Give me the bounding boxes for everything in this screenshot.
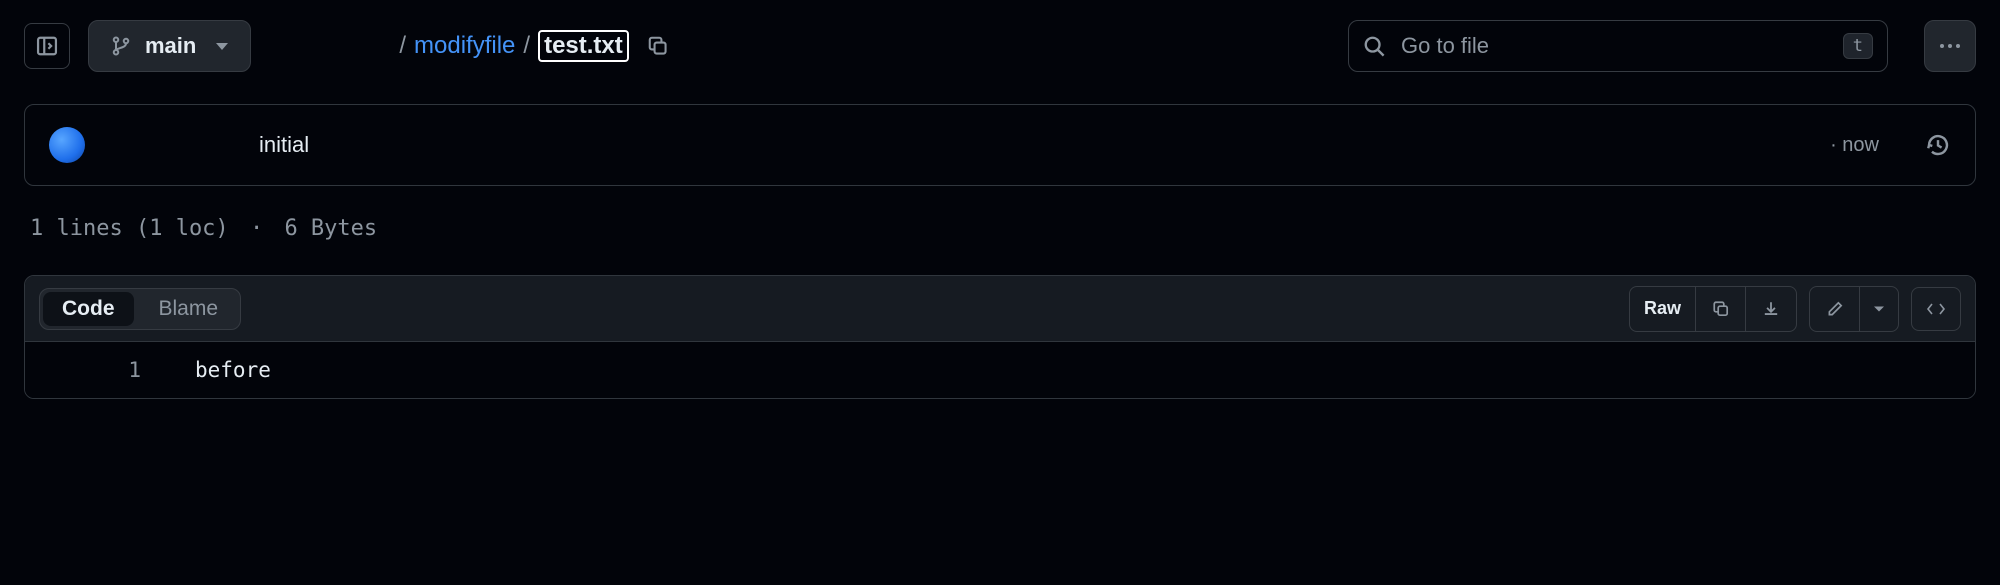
tab-blame[interactable]: Blame [137,289,241,329]
symbols-button[interactable] [1911,287,1961,331]
file-view: Code Blame Raw [24,275,1976,399]
git-branch-icon [111,35,131,57]
raw-button[interactable]: Raw [1630,287,1696,331]
latest-commit-bar[interactable]: initial · now [24,104,1976,186]
edit-dropdown-button[interactable] [1860,287,1898,331]
copy-icon [1712,300,1730,318]
search-icon [1363,35,1385,57]
branch-name: main [145,33,196,59]
branch-selector[interactable]: main [88,20,251,72]
file-size-stat: 6 Bytes [284,216,377,241]
tab-code[interactable]: Code [43,292,134,326]
kebab-icon [1939,43,1961,49]
breadcrumb-current: test.txt [538,30,629,62]
side-panel-toggle[interactable] [24,23,70,69]
download-icon [1762,300,1780,318]
more-options-button[interactable] [1924,20,1976,72]
file-stats: 1 lines (1 loc) · 6 Bytes [24,216,1976,241]
side-panel-icon [36,35,58,57]
breadcrumb: / modifyfile / test.txt [399,30,668,62]
code-line: before [175,342,1975,398]
copy-path-button[interactable] [647,35,669,57]
go-to-file-search[interactable]: t [1348,20,1888,72]
file-lines-stat: 1 lines (1 loc) [30,216,229,241]
go-to-file-input[interactable] [1399,32,1829,60]
history-button[interactable] [1925,132,1951,158]
commit-message[interactable]: initial [259,132,309,158]
raw-copy-download-group: Raw [1629,286,1797,332]
copy-raw-button[interactable] [1696,287,1746,331]
code-content: 1 before [25,342,1975,398]
symbols-icon [1926,300,1946,318]
breadcrumb-separator: / [399,32,406,60]
history-icon [1925,132,1951,158]
caret-down-icon [1873,305,1885,313]
breadcrumb-parent-link[interactable]: modifyfile [414,32,515,60]
caret-down-icon [216,43,228,50]
commit-time: · now [1830,134,1879,157]
file-toolbar: Code Blame Raw [25,276,1975,342]
download-raw-button[interactable] [1746,287,1796,331]
code-blame-toggle: Code Blame [39,288,241,330]
edit-file-button[interactable] [1810,287,1860,331]
search-shortcut-key: t [1843,33,1873,59]
copy-icon [647,35,669,57]
file-header-bar: main / modifyfile / test.txt t [24,18,1976,74]
author-avatar[interactable] [49,127,85,163]
breadcrumb-separator: / [523,32,530,60]
line-number[interactable]: 1 [25,342,175,398]
pencil-icon [1826,300,1844,318]
edit-group [1809,286,1899,332]
